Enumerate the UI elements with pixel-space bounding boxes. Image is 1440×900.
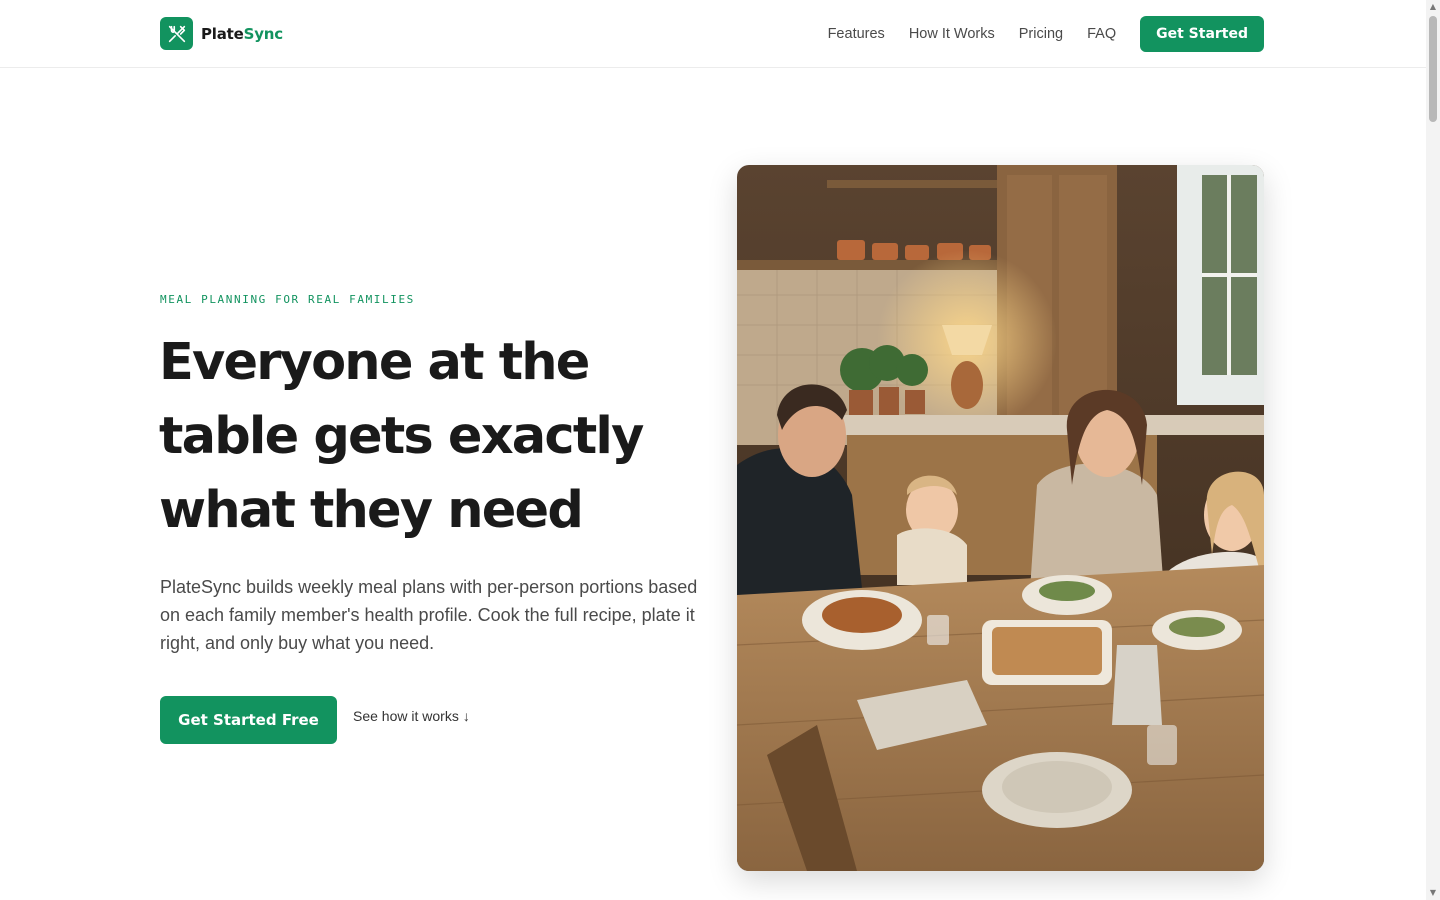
hero-headline: Everyone at the table gets exactly what … (159, 333, 644, 540)
utensils-crossed-icon (160, 17, 193, 50)
brand-name-part1: Plate (201, 24, 244, 43)
hero-description: PlateSync builds weekly meal plans with … (160, 577, 698, 653)
landing-page: PlateSync Features How It Works Pricing … (0, 0, 1440, 900)
page-scrollbar[interactable]: ▲ ▼ (1426, 0, 1440, 900)
scroll-down-arrow-icon[interactable]: ▼ (1428, 888, 1438, 898)
main-nav: Features How It Works Pricing FAQ Get St… (828, 16, 1264, 52)
nav-link-features[interactable]: Features (828, 26, 885, 42)
get-started-free-button[interactable]: Get Started Free (160, 696, 337, 744)
brand-name-part2: Sync (243, 24, 284, 43)
arrow-down-icon: ↓ (462, 708, 470, 724)
hero-family-dinner-photo (737, 165, 1264, 871)
hero-eyebrow: MEAL PLANNING FOR REAL FAMILIES (160, 293, 415, 306)
nav-link-faq[interactable]: FAQ (1087, 26, 1116, 42)
see-how-it-works-link[interactable]: See how it works ↓ (353, 708, 470, 724)
get-started-button[interactable]: Get Started (1140, 16, 1264, 52)
nav-link-pricing[interactable]: Pricing (1019, 26, 1063, 42)
nav-link-how-it-works[interactable]: How It Works (909, 26, 995, 42)
site-header: PlateSync Features How It Works Pricing … (0, 0, 1426, 68)
scrollbar-thumb[interactable] (1429, 16, 1437, 122)
brand-logo[interactable]: PlateSync (160, 17, 283, 50)
scroll-up-arrow-icon[interactable]: ▲ (1428, 2, 1438, 12)
brand-name: PlateSync (201, 25, 283, 43)
see-how-it-works-label: See how it works (353, 708, 459, 724)
